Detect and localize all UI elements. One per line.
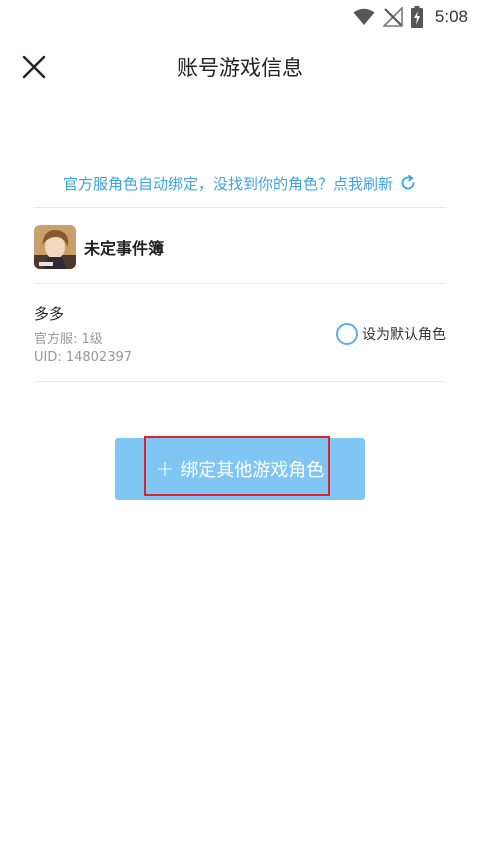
wifi-icon <box>353 8 375 25</box>
battery-charging-icon <box>410 6 423 28</box>
divider <box>34 207 446 208</box>
title-bar: 账号游戏信息 <box>0 34 480 98</box>
bind-other-game-role-button[interactable]: + 绑定其他游戏角色 <box>115 438 365 500</box>
divider <box>34 381 446 382</box>
role-name: 多多 <box>34 305 65 323</box>
status-time: 5:08 <box>434 7 468 26</box>
plus-icon: + <box>155 456 175 482</box>
radio-button-icon[interactable] <box>336 323 358 345</box>
divider <box>34 283 446 284</box>
no-signal-icon <box>382 7 403 27</box>
game-app-icon <box>34 225 76 269</box>
set-default-role-toggle[interactable]: 设为默认角色 <box>336 323 446 345</box>
role-uid: UID: 14802397 <box>34 350 133 365</box>
refresh-icon <box>401 174 415 190</box>
game-row[interactable]: 未定事件簿 <box>34 222 446 272</box>
refresh-text: 官方服角色自动绑定，没找到你的角色？点我刷新 <box>62 174 393 193</box>
page-title: 账号游戏信息 <box>177 56 303 80</box>
set-default-label: 设为默认角色 <box>362 327 446 343</box>
status-icons: 5:08 <box>353 4 468 30</box>
bind-button-label: 绑定其他游戏角色 <box>180 460 325 481</box>
status-bar: 5:08 <box>0 0 480 34</box>
role-card: 多多 官方服: 1级 UID: 14802397 设为默认角色 <box>34 303 446 373</box>
refresh-link[interactable]: 官方服角色自动绑定，没找到你的角色？点我刷新 <box>34 160 446 206</box>
game-name: 未定事件簿 <box>84 239 165 258</box>
